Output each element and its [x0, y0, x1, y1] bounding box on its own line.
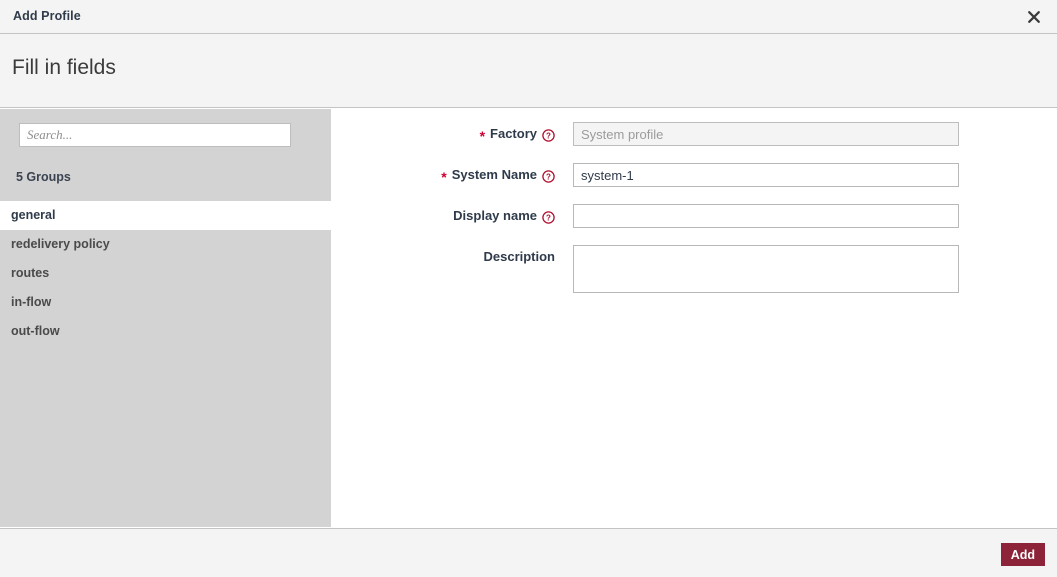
add-profile-dialog: Add Profile Fill in fields 5 Groups gene… [0, 0, 1057, 577]
field-control [564, 122, 959, 146]
factory-input [573, 122, 959, 146]
search-input[interactable] [19, 123, 291, 147]
required-asterisk: * [441, 170, 446, 184]
field-label-text: Description [483, 245, 555, 269]
field-label-description: Description [331, 245, 564, 269]
description-input[interactable] [573, 245, 959, 293]
add-button[interactable]: Add [1001, 543, 1045, 566]
sidebar-item-label: general [11, 208, 55, 222]
field-label-text: Display name [453, 204, 537, 228]
field-label-text: System Name [452, 163, 537, 187]
dialog-titlebar: Add Profile [0, 0, 1057, 34]
groups-sidebar: 5 Groups general redelivery policy routes i… [0, 109, 331, 527]
required-asterisk: * [480, 129, 485, 143]
sidebar-item-in-flow[interactable]: in-flow [0, 288, 331, 317]
sidebar-item-routes[interactable]: routes [0, 259, 331, 288]
sidebar-item-label: out-flow [11, 324, 60, 338]
dialog-title: Add Profile [13, 9, 81, 23]
system-name-input[interactable] [573, 163, 959, 187]
sidebar-item-redelivery-policy[interactable]: redelivery policy [0, 230, 331, 259]
close-icon[interactable] [1021, 4, 1047, 30]
sidebar-item-general[interactable]: general [0, 201, 331, 230]
search-field-wrapper [19, 123, 291, 147]
page-title: Fill in fields [12, 56, 116, 80]
svg-text:?: ? [546, 172, 551, 181]
display-name-input[interactable] [573, 204, 959, 228]
form-panel: *Factory?*System Name?Display name?Descr… [331, 109, 1057, 527]
field-label-factory: * Factory? [331, 122, 564, 146]
dialog-footer: Add [0, 528, 1057, 577]
dialog-body: 5 Groups general redelivery policy routes i… [0, 109, 1057, 527]
field-control [564, 204, 959, 228]
field-label-display-name: Display name? [331, 204, 564, 228]
field-control [564, 163, 959, 187]
groups-count-label: 5 Groups [16, 170, 71, 184]
field-row: * Factory? [331, 122, 1057, 146]
sidebar-item-label: in-flow [11, 295, 51, 309]
help-circle-icon[interactable]: ? [542, 129, 555, 142]
svg-text:?: ? [546, 213, 551, 222]
help-circle-icon[interactable]: ? [542, 211, 555, 224]
field-row: Display name? [331, 204, 1057, 228]
field-label-system-name: * System Name? [331, 163, 564, 187]
field-row: Description [331, 245, 1057, 298]
field-row: * System Name? [331, 163, 1057, 187]
sidebar-item-out-flow[interactable]: out-flow [0, 317, 331, 346]
svg-text:?: ? [546, 131, 551, 140]
group-list: general redelivery policy routes in-flow out… [0, 201, 331, 346]
field-control [564, 245, 959, 298]
dialog-subheader: Fill in fields [0, 34, 1057, 108]
help-circle-icon[interactable]: ? [542, 170, 555, 183]
sidebar-item-label: redelivery policy [11, 237, 110, 251]
field-label-text: Factory [490, 122, 537, 146]
sidebar-item-label: routes [11, 266, 49, 280]
